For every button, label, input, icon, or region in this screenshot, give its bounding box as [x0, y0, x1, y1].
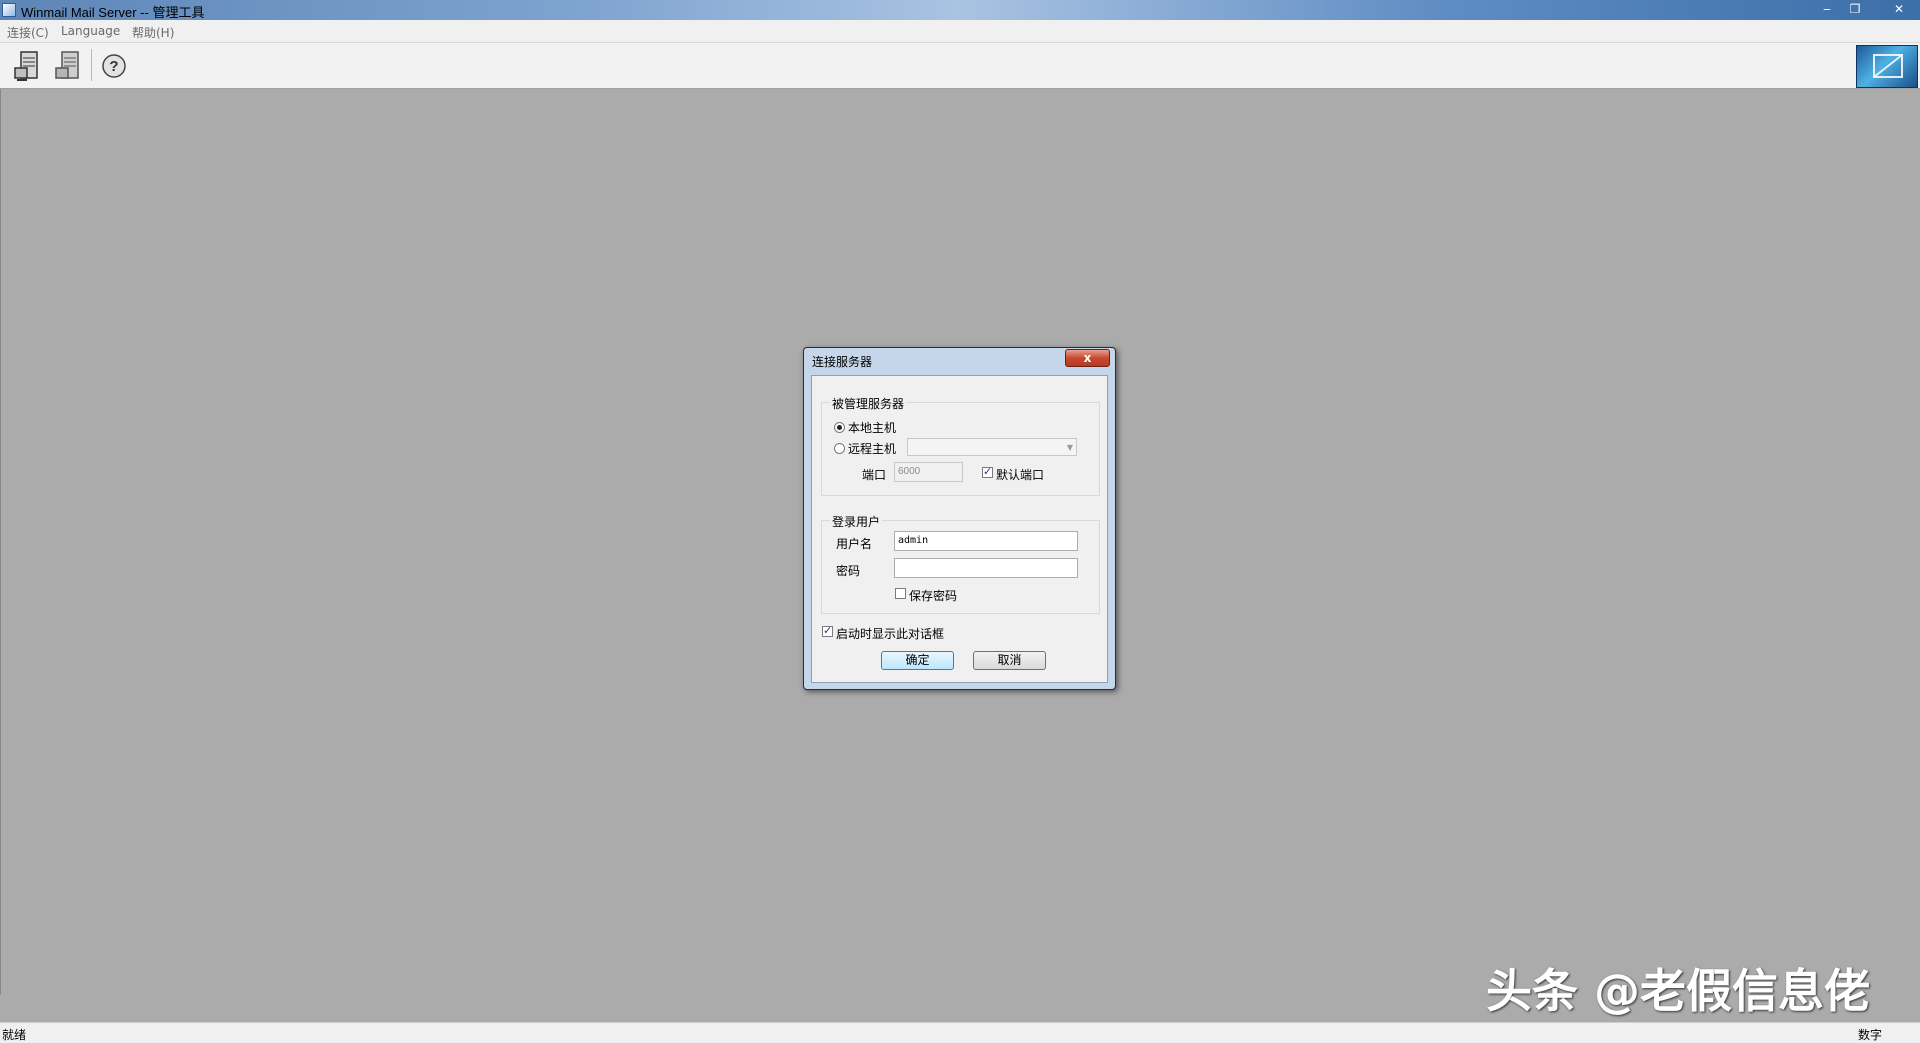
password-input[interactable] — [894, 558, 1078, 578]
menu-bar: 连接(C) Language 帮助(H) — [0, 20, 1920, 43]
window-title-bar: Winmail Mail Server -- 管理工具 ‒ ❐ ✕ — [0, 0, 1920, 20]
dialog-title: 连接服务器 — [812, 355, 873, 369]
login-group-label: 登录用户 — [830, 513, 883, 530]
toolbar-separator — [91, 49, 92, 81]
svg-text:?: ? — [109, 58, 118, 75]
save-password-checkbox[interactable] — [895, 588, 906, 599]
disconnect-server-button[interactable] — [52, 49, 86, 83]
remote-host-radio[interactable] — [834, 443, 845, 454]
help-icon: ? — [102, 54, 126, 78]
cancel-button[interactable]: 取消 — [973, 651, 1046, 670]
menu-connect[interactable]: 连接(C) — [7, 24, 49, 41]
default-port-label: 默认端口 — [996, 468, 1045, 482]
winmail-logo — [1856, 45, 1918, 88]
logo-icon — [1873, 54, 1903, 78]
dialog-body: 被管理服务器 本地主机 远程主机 ▼ 端口 6000 默认端口 登录用户 用户名… — [811, 375, 1108, 683]
server-group: 被管理服务器 本地主机 远程主机 ▼ 端口 6000 默认端口 — [821, 395, 1100, 496]
ok-button[interactable]: 确定 — [881, 651, 954, 670]
login-group: 登录用户 用户名 admin 密码 保存密码 — [821, 513, 1100, 614]
numlock-indicator: 数字 — [1858, 1028, 1883, 1042]
username-input[interactable]: admin — [894, 531, 1078, 551]
save-password-label: 保存密码 — [909, 589, 958, 603]
password-label: 密码 — [836, 564, 861, 578]
dialog-close-button[interactable]: x — [1065, 349, 1110, 367]
app-icon — [2, 3, 16, 17]
restore-button[interactable]: ❐ — [1842, 0, 1868, 18]
default-port-checkbox[interactable] — [982, 465, 993, 478]
window-title: Winmail Mail Server -- 管理工具 — [21, 5, 205, 20]
connect-server-icon — [14, 51, 38, 81]
close-window-button[interactable]: ✕ — [1880, 0, 1918, 18]
watermark-text: 头条 @老假信息佬 — [1486, 964, 1871, 1018]
disconnect-server-icon — [55, 51, 79, 79]
username-label: 用户名 — [836, 537, 873, 551]
menu-language[interactable]: Language — [61, 24, 120, 38]
connect-server-button[interactable] — [11, 49, 45, 83]
toolbar: ? — [0, 43, 1920, 89]
chevron-down-icon: ▼ — [1066, 443, 1073, 452]
local-host-radio[interactable] — [834, 422, 845, 433]
show-on-startup-label: 启动时显示此对话框 — [836, 627, 945, 641]
minimize-button[interactable]: ‒ — [1814, 0, 1840, 18]
remote-host-combo[interactable]: ▼ — [907, 438, 1077, 456]
help-button[interactable]: ? — [97, 49, 131, 83]
local-host-label: 本地主机 — [848, 421, 897, 435]
connect-server-dialog: 连接服务器 x 被管理服务器 本地主机 远程主机 ▼ 端口 6000 默认端口 … — [803, 347, 1116, 690]
status-text: 就绪 — [2, 1028, 27, 1042]
port-input[interactable]: 6000 — [894, 462, 963, 482]
remote-host-label: 远程主机 — [848, 442, 897, 456]
menu-help[interactable]: 帮助(H) — [132, 24, 174, 41]
status-bar: 就绪 数字 — [0, 1022, 1920, 1043]
server-group-label: 被管理服务器 — [830, 395, 907, 412]
port-label: 端口 — [862, 468, 887, 482]
show-on-startup-checkbox[interactable] — [822, 624, 833, 637]
